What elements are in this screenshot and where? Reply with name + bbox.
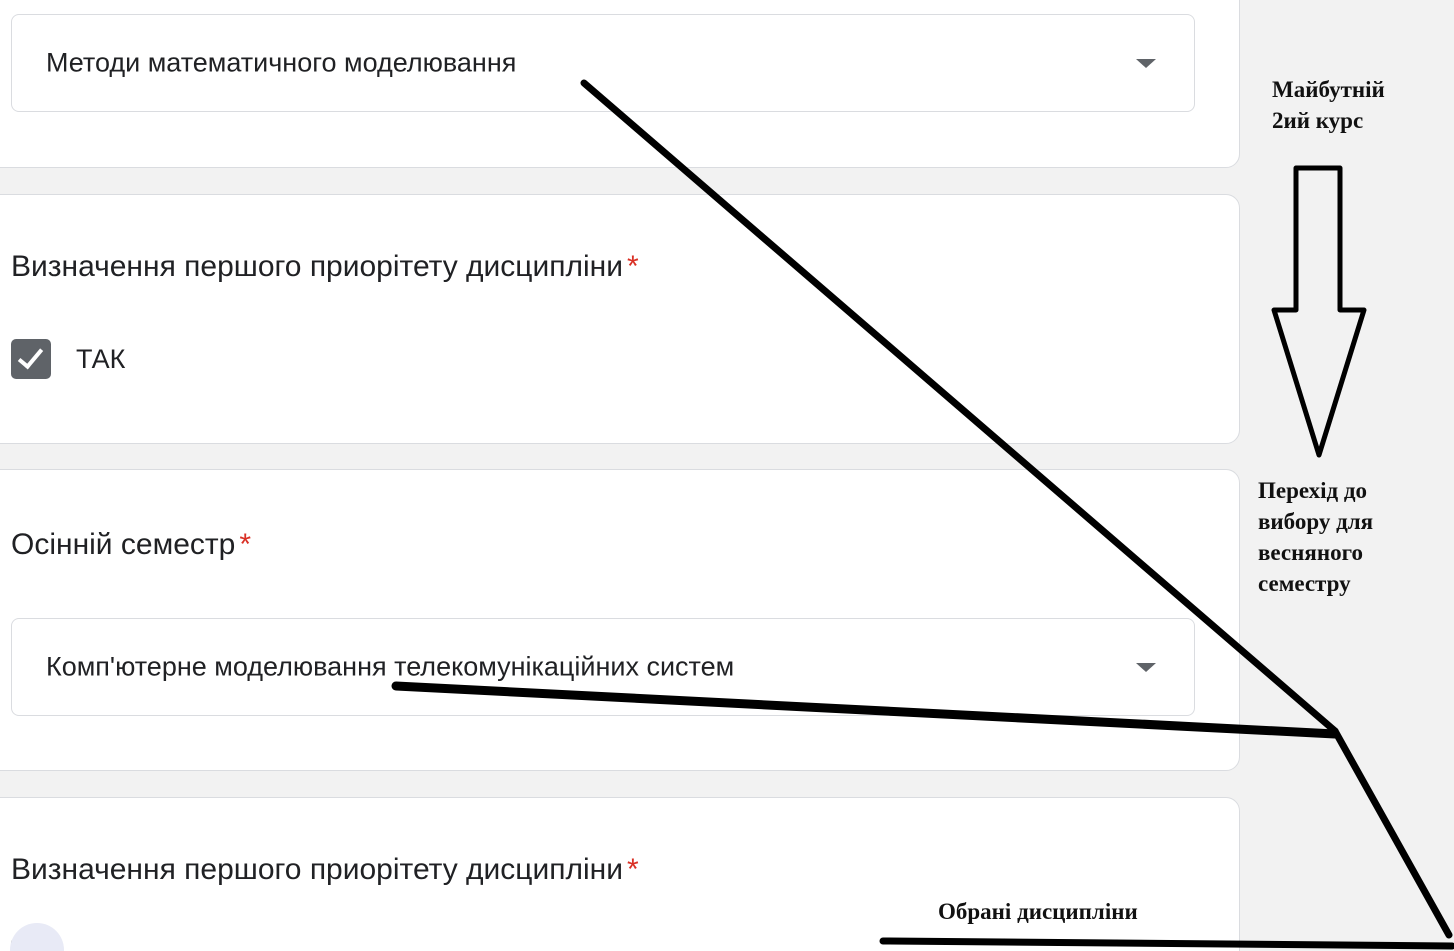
annotation-line: весняного [1258, 540, 1363, 565]
required-asterisk: * [626, 250, 639, 283]
autumn-semester-select-value: Комп'ютерне моделювання телекомунікаційн… [46, 651, 735, 682]
discipline-select[interactable]: Методи математичного моделювання [11, 14, 1195, 112]
checkbox-label: ТАК [76, 343, 126, 374]
checkbox-checked-icon[interactable] [11, 339, 51, 379]
discipline-select-value: Методи математичного моделювання [46, 47, 517, 78]
question-title-text: Визначення першого приорітету дисципліни [11, 853, 623, 886]
autumn-semester-select[interactable]: Комп'ютерне моделювання телекомунікаційн… [11, 618, 1195, 716]
question-title: Визначення першого приорітету дисципліни… [11, 853, 639, 887]
question-title-text: Осінній семестр [11, 528, 236, 561]
dropdown-caret-icon [1136, 59, 1156, 68]
annotation-spring-transition: Перехід до вибору для весняного семестру [1258, 475, 1448, 599]
form-screenshot: Методи математичного моделювання Визначе… [0, 0, 1454, 951]
annotation-line: Перехід до [1258, 478, 1368, 503]
annotation-line: семестру [1258, 571, 1351, 596]
required-asterisk: * [626, 853, 639, 886]
annotation-line-diagonal [1331, 727, 1453, 939]
annotation-chosen-disciplines: Обрані дисципліни [938, 899, 1138, 924]
dropdown-caret-icon [1136, 663, 1156, 672]
annotation-future-course: Майбутній 2ий курс [1272, 74, 1452, 136]
question-card-discipline: Методи математичного моделювання [0, 0, 1240, 168]
annotation-line: вибору для [1258, 509, 1374, 534]
question-card-autumn-semester: Осінній семестр * Комп'ютерне моделювання… [0, 469, 1240, 771]
annotation-line: Майбутній [1272, 77, 1385, 102]
question-card-priority-2: Визначення першого приорітету дисципліни… [0, 797, 1240, 951]
annotation-line: 2ий курс [1272, 108, 1364, 133]
question-title: Визначення першого приорітету дисципліни… [11, 250, 639, 284]
question-card-priority-1: Визначення першого приорітету дисципліни… [0, 194, 1240, 444]
question-title-text: Визначення першого приорітету дисципліни [11, 250, 623, 283]
down-arrow-icon [1271, 165, 1367, 458]
question-title: Осінній семестр * [11, 528, 251, 562]
checkbox-option-yes[interactable]: ТАК [11, 339, 125, 379]
required-asterisk: * [239, 528, 251, 561]
